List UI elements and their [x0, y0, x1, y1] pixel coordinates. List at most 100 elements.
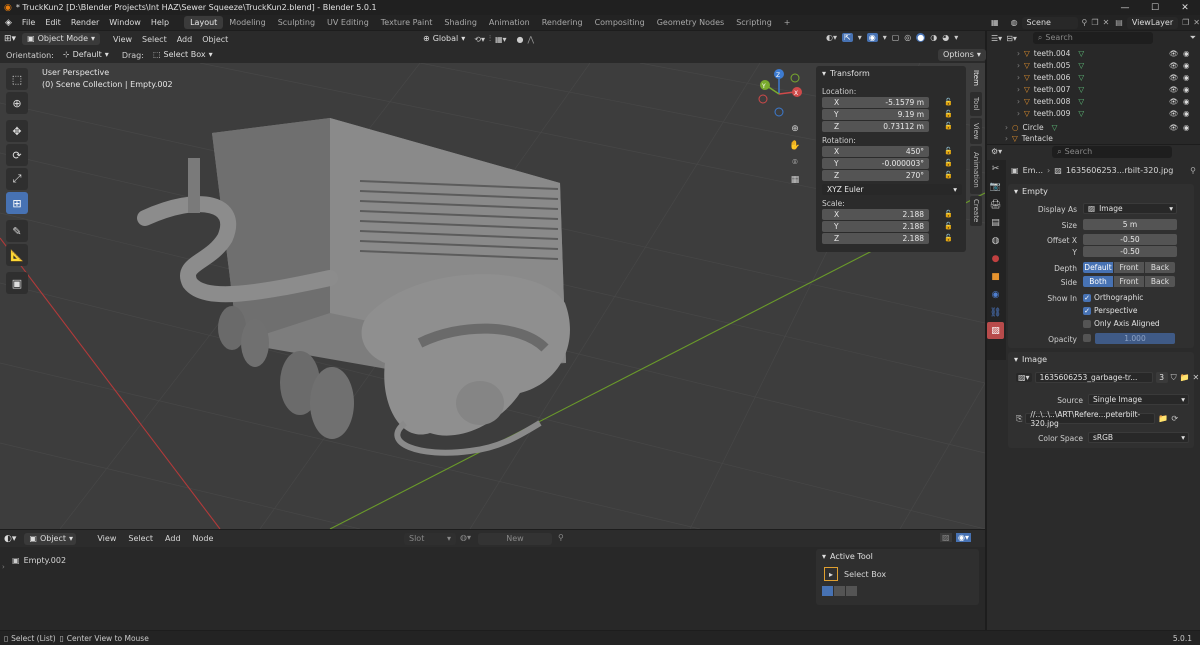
output-props-icon[interactable]: 🖨	[987, 196, 1004, 213]
material-browse-icon[interactable]: ◍▾	[460, 533, 471, 542]
orthographic-checkbox[interactable]: ✓ Orthographic	[1083, 293, 1143, 302]
list-item[interactable]: › ▽ teeth.004 ▽ 👁 ◉	[987, 47, 1200, 59]
lock-icon[interactable]: 🔓	[944, 147, 953, 155]
orientation-selector[interactable]: ⊹ Default ▾	[58, 49, 114, 61]
editor-type-icon[interactable]: ▦	[991, 18, 999, 27]
list-item[interactable]: › ▽ teeth.009 ▽ 👁 ◉	[987, 107, 1200, 119]
backdrop-icon[interactable]: ▨	[940, 533, 952, 542]
depth-default-button[interactable]: Default	[1083, 262, 1113, 273]
navigation-gizmo[interactable]: Z X Y	[755, 68, 805, 120]
collapse-chevron-icon[interactable]: ▾	[1014, 355, 1018, 364]
image-name-field[interactable]: 1635606253_garbage-tr...	[1034, 372, 1153, 383]
cursor-tool-icon[interactable]: ⊕	[6, 92, 28, 114]
select-mode-extend-icon[interactable]	[834, 586, 845, 596]
opacity-field[interactable]: 1.000	[1095, 333, 1175, 344]
tab-item[interactable]: Item	[970, 66, 982, 90]
overlays-toggle-icon[interactable]: ◉	[866, 33, 878, 42]
properties-search-input[interactable]: ⌕ Search	[1052, 145, 1173, 158]
pin-icon[interactable]: ⚲	[1082, 18, 1088, 27]
tab-create[interactable]: Create	[970, 196, 982, 226]
menu-render[interactable]: Render	[66, 18, 104, 27]
view-layer-props-icon[interactable]: ▤	[987, 214, 1004, 231]
scene-selector[interactable]: Scene	[1021, 16, 1078, 29]
drag-selector[interactable]: ⬚ Select Box ▾	[148, 49, 218, 61]
falloff-icon[interactable]: ⋀	[528, 35, 535, 44]
camera-render-icon[interactable]: ◉	[1183, 97, 1190, 106]
constraints-props-icon[interactable]: ⛓	[987, 304, 1004, 321]
tab-shading[interactable]: Shading	[438, 16, 483, 29]
shading-solid-icon[interactable]: ●	[916, 33, 926, 42]
list-item[interactable]: › ▽ teeth.008 ▽ 👁 ◉	[987, 95, 1200, 107]
list-item[interactable]: › ▽ teeth.007 ▽ 👁 ◉	[987, 83, 1200, 95]
shading-material-icon[interactable]: ◑	[930, 33, 937, 42]
scale-tool-icon[interactable]: ⤢	[6, 168, 28, 190]
unlink-icon[interactable]: ✕	[1193, 373, 1200, 382]
camera-render-icon[interactable]: ◉	[1183, 123, 1190, 132]
location-z-field[interactable]: Z 0.73112 m	[822, 121, 929, 132]
perspective-checkbox[interactable]: ✓ Perspective	[1083, 306, 1137, 315]
scale-z-field[interactable]: Z 2.188	[822, 233, 929, 244]
render-props-icon[interactable]: 📷	[987, 178, 1004, 195]
scale-y-field[interactable]: Y 2.188	[822, 221, 929, 232]
tab-tool[interactable]: Tool	[970, 92, 982, 116]
camera-render-icon[interactable]: ◉	[1183, 49, 1190, 58]
rotate-tool-icon[interactable]: ⟳	[6, 144, 28, 166]
options-button[interactable]: Options ▾	[938, 49, 986, 61]
side-front-button[interactable]: Front	[1114, 276, 1144, 287]
scene-props-icon[interactable]: ◍	[987, 232, 1004, 249]
rotation-y-field[interactable]: Y -0.000003°	[822, 158, 929, 169]
tab-compositing[interactable]: Compositing	[589, 16, 651, 29]
menu-node[interactable]: Node	[188, 534, 219, 543]
zoom-icon[interactable]: ⊕	[788, 122, 802, 136]
pin-icon[interactable]: ⚲	[558, 533, 564, 542]
snap-icon[interactable]: ⫶	[489, 34, 491, 44]
menu-add[interactable]: Add	[172, 35, 198, 44]
collapse-chevron-icon[interactable]: ▾	[1014, 187, 1018, 196]
move-tool-icon[interactable]: ✥	[6, 120, 28, 142]
menu-select-node[interactable]: Select	[123, 534, 158, 543]
mode-selector[interactable]: ▣ Object Mode ▾	[22, 33, 101, 45]
camera-render-icon[interactable]: ◉	[1183, 85, 1190, 94]
visibility-eye-icon[interactable]: 👁	[1169, 85, 1179, 94]
menu-add-node[interactable]: Add	[160, 534, 186, 543]
camera-render-icon[interactable]: ◉	[1183, 109, 1190, 118]
opacity-checkbox[interactable]	[1083, 334, 1091, 342]
menu-select[interactable]: Select	[137, 35, 172, 44]
pan-hand-icon[interactable]: ✋	[788, 139, 802, 153]
tab-layout[interactable]: Layout	[184, 16, 224, 29]
select-tool-icon[interactable]: ⬚	[6, 68, 28, 90]
image-browse-icon[interactable]: ▨▾	[1016, 373, 1032, 382]
filepath-field[interactable]: //..\..\..\ART\Refere...peterbilt-320.jp…	[1025, 410, 1156, 428]
tab-rendering[interactable]: Rendering	[536, 16, 589, 29]
rotation-z-field[interactable]: Z 270°	[822, 170, 929, 181]
tab-geometry-nodes[interactable]: Geometry Nodes	[651, 16, 730, 29]
offset-y-field[interactable]: -0.50	[1083, 246, 1177, 257]
gizmo-toggle-icon[interactable]: ⇱	[842, 33, 853, 42]
visibility-eye-icon[interactable]: 👁	[1169, 123, 1179, 132]
lock-icon[interactable]: 🔓	[944, 171, 953, 179]
view-layer-selector[interactable]: ViewLayer	[1126, 16, 1179, 29]
slot-selector[interactable]: Slot ▾	[404, 533, 456, 545]
collapse-chevron-icon[interactable]: ▾	[822, 69, 826, 78]
visibility-icon[interactable]: ◐▾	[826, 33, 837, 42]
fake-user-shield-icon[interactable]: ⛉	[1171, 373, 1177, 383]
data-props-icon[interactable]: ▨	[987, 322, 1004, 339]
shading-options-icon[interactable]: ▾	[954, 33, 958, 42]
lock-icon[interactable]: 🔓	[944, 110, 953, 118]
tab-view[interactable]: View	[970, 118, 982, 144]
pivot-icon[interactable]: ⟲▾	[474, 35, 485, 44]
rotation-mode-selector[interactable]: XYZ Euler ▾	[822, 184, 962, 195]
color-space-selector[interactable]: sRGB ▾	[1088, 432, 1189, 443]
outliner-editor-icon[interactable]: ☰▾	[991, 34, 1002, 43]
lock-icon[interactable]: 🔓	[944, 210, 953, 218]
lock-icon[interactable]: 🔓	[944, 98, 953, 106]
image-users-count[interactable]: 3	[1155, 372, 1168, 383]
collapse-chevron-icon[interactable]: ▾	[822, 552, 826, 561]
visibility-eye-icon[interactable]: 👁	[1169, 109, 1179, 118]
proportional-edit-icon[interactable]: ●	[517, 35, 524, 44]
source-selector[interactable]: Single Image ▾	[1088, 394, 1189, 405]
object-props-icon[interactable]: ■	[987, 268, 1004, 285]
measure-tool-icon[interactable]: 📐	[6, 244, 28, 266]
menu-view-node[interactable]: View	[92, 534, 121, 543]
outliner-filter-icon[interactable]: ⊟▾	[1006, 34, 1017, 43]
